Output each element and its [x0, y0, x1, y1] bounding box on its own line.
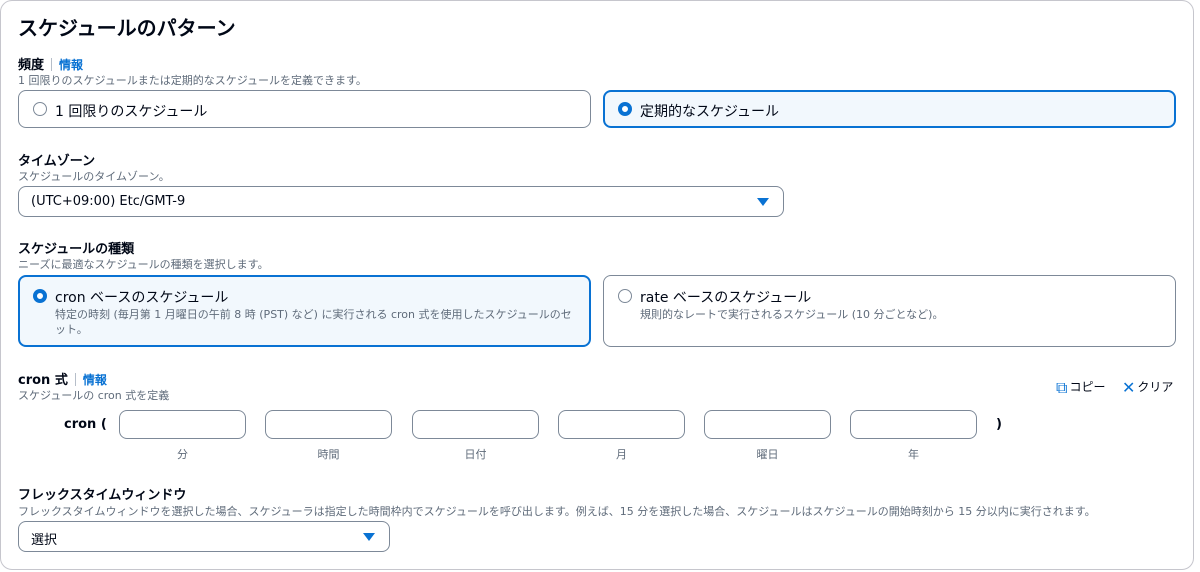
- cron-expression-label: cron 式 情報: [18, 369, 107, 388]
- cron-year-input[interactable]: [850, 410, 977, 439]
- cron-label-text: cron 式: [18, 373, 68, 388]
- flex-window-label: フレックスタイムウィンドウ: [18, 488, 187, 503]
- option-rate-description: 規則的なレートで実行されるスケジュール (10 分ごとなど)。: [640, 308, 944, 321]
- option-cron-label: cron ベースのスケジュール: [55, 290, 229, 306]
- cron-suffix: ): [996, 417, 1002, 432]
- frequency-label-text: 頻度: [18, 58, 45, 73]
- radio-cron-based[interactable]: [33, 289, 47, 303]
- frequency-label: 頻度 情報: [18, 54, 83, 73]
- cron-month-label: 月: [616, 448, 627, 461]
- option-one-time-label: 1 回限りのスケジュール: [55, 104, 208, 120]
- timezone-select[interactable]: (UTC+09:00) Etc/GMT-9: [18, 186, 784, 217]
- timezone-value: (UTC+09:00) Etc/GMT-9: [31, 194, 186, 209]
- option-rate-based[interactable]: rate ベースのスケジュール 規則的なレートで実行されるスケジュール (10 …: [603, 275, 1176, 347]
- radio-one-time[interactable]: [33, 102, 47, 116]
- option-cron-description: 特定の時刻 (毎月第 1 月曜日の午前 8 時 (PST) など) に実行される…: [55, 308, 572, 336]
- copy-button[interactable]: ⧉ コピー: [1056, 378, 1105, 398]
- cron-hour-label: 時間: [317, 448, 340, 461]
- cron-info-link[interactable]: 情報: [83, 373, 107, 387]
- option-recurring-label: 定期的なスケジュール: [640, 104, 780, 120]
- cron-hour-input[interactable]: [265, 410, 392, 439]
- radio-recurring[interactable]: [618, 102, 632, 116]
- option-one-time-schedule[interactable]: 1 回限りのスケジュール: [18, 90, 591, 128]
- cron-month-input[interactable]: [558, 410, 685, 439]
- divider: [51, 58, 53, 71]
- cron-prefix: cron (: [64, 417, 107, 432]
- option-recurring-schedule[interactable]: 定期的なスケジュール: [603, 90, 1176, 128]
- cron-day-label: 日付: [464, 448, 487, 461]
- timezone-description: スケジュールのタイムゾーン。: [18, 170, 170, 183]
- copy-label: コピー: [1069, 380, 1106, 394]
- schedule-type-description: ニーズに最適なスケジュールの種類を選択します。: [18, 258, 269, 271]
- flex-window-select[interactable]: 選択: [18, 521, 390, 552]
- divider: [74, 373, 76, 386]
- clear-button[interactable]: ✕ クリア: [1122, 378, 1173, 397]
- cron-weekday-label: 曜日: [756, 448, 779, 461]
- option-rate-label: rate ベースのスケジュール: [640, 290, 812, 306]
- option-cron-based[interactable]: cron ベースのスケジュール 特定の時刻 (毎月第 1 月曜日の午前 8 時 …: [18, 275, 591, 347]
- schedule-type-label: スケジュールの種類: [18, 242, 135, 257]
- timezone-label: タイムゾーン: [18, 154, 96, 169]
- copy-icon: ⧉: [1056, 378, 1068, 397]
- cron-weekday-input[interactable]: [704, 410, 831, 439]
- cron-day-input[interactable]: [412, 410, 539, 439]
- close-icon: ✕: [1122, 378, 1136, 397]
- cron-minute-input[interactable]: [119, 410, 246, 439]
- cron-description: スケジュールの cron 式を定義: [18, 389, 170, 402]
- flex-window-value: 選択: [31, 533, 58, 548]
- page-title: スケジュールのパターン: [18, 16, 236, 40]
- clear-label: クリア: [1137, 380, 1174, 394]
- radio-rate-based[interactable]: [618, 289, 632, 303]
- flex-window-description: フレックスタイムウィンドウを選択した場合、スケジューラは指定した時間枠内でスケジ…: [18, 505, 1096, 518]
- cron-minute-label: 分: [177, 448, 188, 461]
- frequency-info-link[interactable]: 情報: [59, 58, 83, 72]
- caret-down-icon: [363, 533, 375, 541]
- frequency-description: 1 回限りのスケジュールまたは定期的なスケジュールを定義できます。: [18, 74, 367, 87]
- caret-down-icon: [757, 198, 769, 206]
- cron-year-label: 年: [908, 448, 919, 461]
